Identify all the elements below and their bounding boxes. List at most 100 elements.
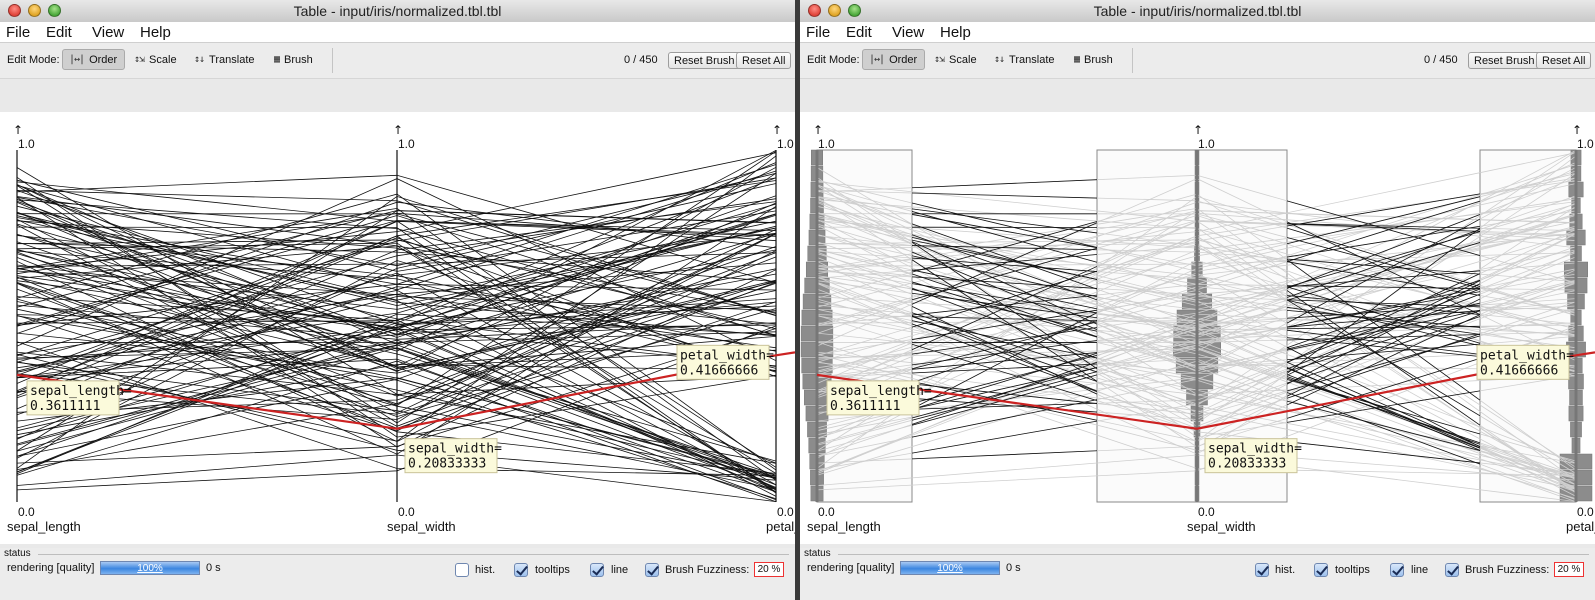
- hist-label[interactable]: hist.: [475, 564, 495, 576]
- progress-label: 100%: [137, 563, 163, 574]
- toolbar: Edit Mode: |↔| Order ↕⇲ Scale ↕↓ Translate …: [800, 43, 1595, 79]
- scale-mode-button[interactable]: ↕⇲ Scale: [128, 49, 183, 70]
- translate-mode-button[interactable]: ↕↓ Translate: [988, 49, 1061, 70]
- status-divider: [838, 554, 1589, 555]
- axis-arrow-icon: ↑: [1572, 123, 1582, 137]
- axis-name-label: petal_width: [1566, 519, 1595, 534]
- axis-name-label: petal_width: [766, 519, 795, 534]
- tooltips-checkbox[interactable]: [514, 563, 528, 577]
- order-mode-button[interactable]: |↔| Order: [862, 49, 925, 70]
- menu-edit[interactable]: Edit: [846, 24, 872, 41]
- record-segment: [1286, 200, 1481, 256]
- axis-name-label: sepal_width: [1187, 519, 1256, 534]
- line-checkbox[interactable]: [1390, 563, 1404, 577]
- menu-help[interactable]: Help: [140, 24, 171, 41]
- hist-checkbox[interactable]: [1255, 563, 1269, 577]
- tooltip-value: 0.41666666: [1480, 363, 1558, 378]
- record-segment: [1286, 376, 1481, 445]
- tooltip-label: petal_width=: [680, 348, 774, 363]
- record-segment: [911, 450, 1098, 460]
- tooltips-label[interactable]: tooltips: [535, 564, 570, 576]
- menu-help[interactable]: Help: [940, 24, 971, 41]
- axis-name-label: sepal_length: [807, 519, 881, 534]
- hist-checkbox[interactable]: [455, 563, 469, 577]
- order-mode-button[interactable]: |↔| Order: [62, 49, 125, 70]
- selection-counter: 0 / 450: [624, 54, 658, 66]
- line-checkbox[interactable]: [590, 563, 604, 577]
- menu-file[interactable]: File: [6, 24, 30, 41]
- axis-arrow-icon: ↑: [813, 123, 823, 137]
- hist-label[interactable]: hist.: [1275, 564, 1295, 576]
- status-divider: [38, 554, 789, 555]
- tooltip-label: sepal_width=: [1208, 442, 1302, 457]
- tooltip-label: petal_width=: [1480, 348, 1574, 363]
- selection-counter: 0 / 450: [1424, 54, 1458, 66]
- menu-bar: File Edit View Help: [800, 22, 1595, 43]
- menu-file[interactable]: File: [806, 24, 830, 41]
- reset-all-button[interactable]: Reset All: [1536, 52, 1592, 69]
- parallel-coordinates-plot[interactable]: ↑ 1.0 0.0 sepal_length ↑ 1.0 0.0 sepal_width ↑ 1.…: [800, 112, 1595, 544]
- title-bar[interactable]: Table - input/iris/normalized.tbl.tbl: [0, 0, 795, 23]
- parallel-coordinates-window-left: Table - input/iris/normalized.tbl.tbl Fi…: [0, 0, 795, 600]
- tooltip: petal_width=0.41666666: [1476, 344, 1574, 380]
- brush-icon: ▦: [274, 54, 280, 65]
- translate-mode-button[interactable]: ↕↓ Translate: [188, 49, 261, 70]
- menu-edit[interactable]: Edit: [46, 24, 72, 41]
- rendering-quality-label: rendering [quality]: [807, 562, 895, 574]
- edit-mode-label: Edit Mode:: [807, 54, 860, 66]
- order-icon: |↔|: [869, 54, 885, 65]
- rendering-progress-bar: 100%: [100, 561, 200, 575]
- rendering-progress-bar: 100%: [900, 561, 1000, 575]
- axis-arrow-icon: ↑: [772, 123, 782, 137]
- axis-min-label: 0.0: [398, 505, 415, 519]
- window-title: Table - input/iris/normalized.tbl.tbl: [293, 3, 502, 19]
- toolbar: Edit Mode: |↔| Order ↕⇲ Scale ↕↓ Translate …: [0, 43, 795, 79]
- translate-mode-label: Translate: [209, 53, 255, 66]
- record-segment: [911, 179, 1098, 189]
- parallel-coordinates-window-right: Table - input/iris/normalized.tbl.tbl Fi…: [800, 0, 1595, 600]
- reset-all-button[interactable]: Reset All: [736, 52, 792, 69]
- menu-view[interactable]: View: [892, 24, 924, 41]
- brush-mode-label: Brush: [1084, 53, 1113, 66]
- brush-mode-button[interactable]: ▦ Brush: [1068, 49, 1119, 70]
- translate-icon: ↕↓: [994, 54, 1005, 65]
- axis-max-label: 1.0: [1577, 137, 1594, 151]
- axis-max-label: 1.0: [777, 137, 794, 151]
- edit-mode-label: Edit Mode:: [7, 54, 60, 66]
- brush-mode-button[interactable]: ▦ Brush: [268, 49, 319, 70]
- brush-fuzziness-field[interactable]: 20 %: [754, 562, 784, 577]
- brush-fuzziness-checkbox[interactable]: [645, 563, 659, 577]
- brush-fuzziness-field[interactable]: 20 %: [1554, 562, 1584, 577]
- axis-max-label: 1.0: [1198, 137, 1215, 151]
- axis-max-label: 1.0: [818, 137, 835, 151]
- order-mode-label: Order: [889, 53, 918, 66]
- status-panel: status rendering [quality] 100% 0 s hist…: [800, 548, 1595, 600]
- reset-brush-button[interactable]: Reset Brush: [1468, 52, 1541, 69]
- axis-arrow-icon: ↑: [393, 123, 403, 137]
- tooltips-checkbox[interactable]: [1314, 563, 1328, 577]
- rendering-quality-label: rendering [quality]: [7, 562, 95, 574]
- record-segment: [1286, 196, 1481, 245]
- line-label[interactable]: line: [1411, 564, 1428, 576]
- parallel-coordinates-plot[interactable]: ↑ 1.0 0.0 sepal_length ↑ 1.0 0.0 sepal_width ↑ 1.…: [0, 112, 795, 544]
- scale-mode-button[interactable]: ↕⇲ Scale: [928, 49, 983, 70]
- menu-bar: File Edit View Help: [0, 22, 795, 43]
- translate-mode-label: Translate: [1009, 53, 1055, 66]
- brush-mode-label: Brush: [284, 53, 313, 66]
- parallel-coordinates-canvas[interactable]: ↑1.00.0sepal_length↑1.00.0sepal_width↑1.…: [0, 112, 795, 544]
- menu-view[interactable]: View: [92, 24, 124, 41]
- tooltip-value: 0.3611111: [30, 399, 100, 414]
- reset-brush-button[interactable]: Reset Brush: [668, 52, 741, 69]
- tooltips-label[interactable]: tooltips: [1335, 564, 1370, 576]
- line-label[interactable]: line: [611, 564, 628, 576]
- parallel-coordinates-canvas[interactable]: ↑1.00.0sepal_length↑1.00.0sepal_width↑1.…: [800, 112, 1595, 544]
- tooltip: petal_width=0.41666666: [676, 344, 774, 380]
- tooltip: sepal_length=0.3611111: [826, 380, 932, 416]
- toolbar-separator: [1132, 48, 1133, 73]
- elapsed-time: 0 s: [1006, 562, 1021, 574]
- status-panel: status rendering [quality] 100% 0 s hist…: [0, 548, 795, 600]
- brush-fuzziness-checkbox[interactable]: [1445, 563, 1459, 577]
- scale-mode-label: Scale: [149, 53, 177, 66]
- title-bar[interactable]: Table - input/iris/normalized.tbl.tbl: [800, 0, 1595, 23]
- elapsed-time: 0 s: [206, 562, 221, 574]
